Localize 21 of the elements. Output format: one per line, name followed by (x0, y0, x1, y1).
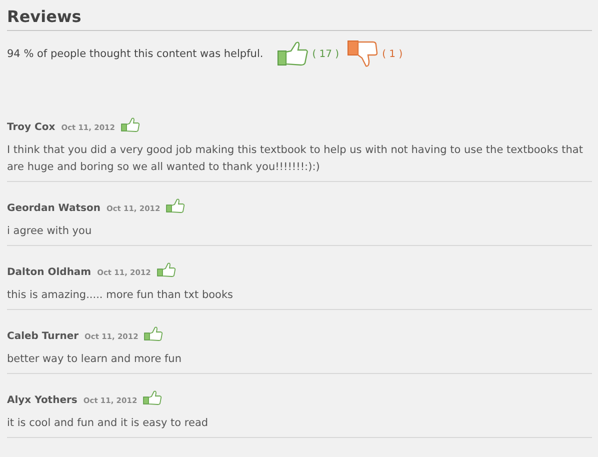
thumbs-up-icon (143, 390, 162, 406)
thumbs-up-icon (166, 198, 186, 214)
reviewer-name: Troy Cox (7, 122, 56, 133)
reviewer-name: Dalton Oldham (7, 267, 92, 278)
thumbs-down-icon[interactable] (347, 39, 380, 69)
section-title: Reviews (7, 6, 592, 31)
reviewer-name: Geordan Watson (7, 203, 100, 214)
reviewer-name: Caleb Turner (7, 331, 79, 342)
review-text: i agree with you (7, 224, 93, 239)
review-text: I think that you did a very good job making this textbook to help us with not having to use the textbooks that are huge and boring so we all wanted to thank you!!!!!!!:):) (7, 143, 584, 175)
review-text: better way to learn and more fun (7, 352, 182, 367)
unhelpful-count: ( 1 ) (382, 48, 403, 60)
thumbs-up-icon[interactable] (277, 41, 310, 67)
reviewer-name: Alyx Yothers (7, 395, 78, 406)
thumbs-up-icon (144, 326, 164, 342)
review-text: this is amazing..... more fun than txt books (7, 288, 234, 303)
thumbs-up-icon (120, 117, 140, 133)
review-text: it is cool and fun and it is easy to read (7, 416, 210, 431)
thumbs-up-icon (156, 262, 176, 278)
helpful-summary: 94 % of people thought this content was helpful. (7, 48, 264, 60)
helpful-count: ( 17 ) (312, 48, 340, 60)
